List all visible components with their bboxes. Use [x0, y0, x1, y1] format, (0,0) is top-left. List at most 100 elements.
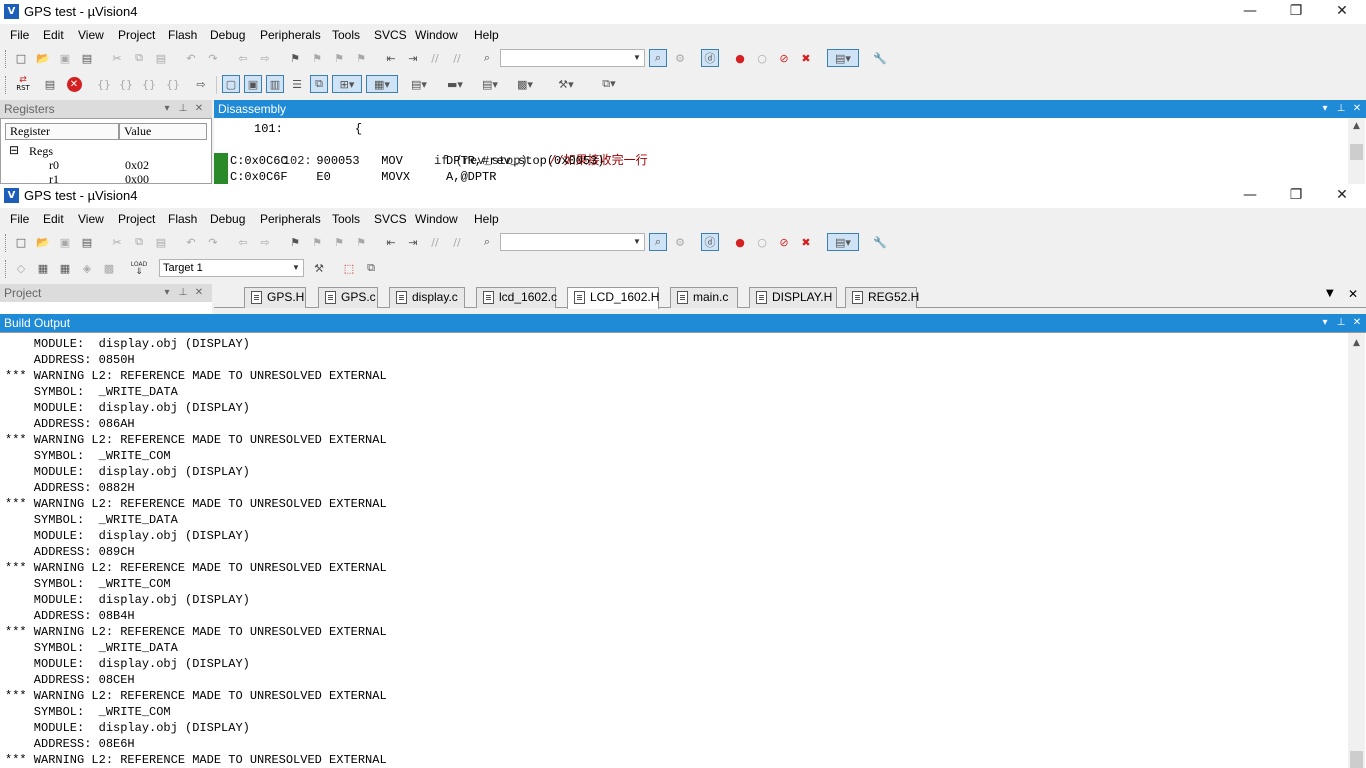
enable-breakpoint-button[interactable]: ○	[753, 233, 771, 251]
watch-window-button[interactable]: ⊞▾	[332, 75, 362, 93]
memory-window-button[interactable]: ▦▾	[366, 75, 398, 93]
minimize-button[interactable]: —	[1227, 184, 1273, 208]
open-file-button[interactable]: 📂	[34, 233, 52, 251]
scroll-up-icon[interactable]: ▲	[1348, 118, 1365, 135]
debug-session-button[interactable]: ⓓ	[701, 233, 719, 251]
reset-cpu-button[interactable]: ⇄ RST	[13, 75, 33, 93]
navigate-back-button[interactable]: ⇦	[234, 49, 252, 67]
analysis-window-button[interactable]: ▬▾	[440, 75, 470, 93]
undo-button[interactable]: ↶	[182, 233, 200, 251]
regs-group-label[interactable]: Regs	[29, 144, 53, 159]
toolbar-grip[interactable]	[5, 234, 8, 252]
tab-lcd-1602-h[interactable]: LCD_1602.H	[567, 287, 659, 309]
panel-close-icon[interactable]: ✕	[1350, 314, 1364, 332]
value-column-header[interactable]: Value	[119, 123, 207, 140]
panel-dropdown-icon[interactable]: ▾	[1318, 314, 1332, 332]
menu-help[interactable]: Help	[474, 212, 499, 226]
menu-project[interactable]: Project	[118, 28, 155, 42]
toolbar-grip[interactable]	[5, 76, 8, 94]
tab-gps-c[interactable]: GPS.c	[318, 287, 378, 308]
find-combo[interactable]: ▼	[500, 49, 645, 67]
menu-svcs[interactable]: SVCS	[374, 212, 407, 226]
paste-button[interactable]: ▤	[152, 49, 170, 67]
output-line[interactable]: MODULE: display.obj (DISPLAY)	[5, 593, 250, 607]
insert-bookmark-button[interactable]: ⚑	[286, 49, 304, 67]
target-select[interactable]: Target 1 ▼	[159, 259, 304, 277]
unindent-button[interactable]: ⇥	[404, 49, 422, 67]
redo-button[interactable]: ↷	[204, 49, 222, 67]
tab-display-c[interactable]: display.c	[389, 287, 465, 308]
menu-flash[interactable]: Flash	[168, 212, 197, 226]
show-next-statement-button[interactable]: ⇨	[192, 75, 210, 93]
build-button[interactable]: ▦	[34, 259, 52, 277]
open-file-button[interactable]: 📂	[34, 49, 52, 67]
build-output-scrollbar[interactable]: ▲	[1348, 333, 1365, 768]
output-line[interactable]: MODULE: display.obj (DISPLAY)	[5, 401, 250, 415]
trace-window-button[interactable]: ▤▾	[475, 75, 505, 93]
uncomment-button[interactable]: //	[448, 49, 466, 67]
panel-dropdown-icon[interactable]: ▾	[160, 284, 174, 302]
warning-line[interactable]: *** WARNING L2: REFERENCE MADE TO UNRESO…	[5, 753, 387, 767]
register-column-header[interactable]: Register	[5, 123, 119, 140]
output-line[interactable]: ADDRESS: 0882H	[5, 481, 135, 495]
register-value[interactable]: 0x02	[125, 158, 149, 173]
kill-all-breakpoints-button[interactable]: ✖	[797, 49, 815, 67]
output-line[interactable]: ADDRESS: 0850H	[5, 353, 135, 367]
panel-pin-icon[interactable]: ⊥	[176, 284, 190, 302]
stop-build-button[interactable]: ▩	[100, 259, 118, 277]
indent-button[interactable]: ⇤	[382, 49, 400, 67]
redo-button[interactable]: ↷	[204, 233, 222, 251]
step-into-button[interactable]: {}	[95, 75, 113, 93]
output-line[interactable]: MODULE: display.obj (DISPLAY)	[5, 657, 250, 671]
maximize-button[interactable]: ❐	[1273, 184, 1319, 208]
panel-pin-icon[interactable]: ⊥	[176, 100, 190, 118]
save-button[interactable]: ▣	[56, 233, 74, 251]
indent-button[interactable]: ⇤	[382, 233, 400, 251]
menu-window[interactable]: Window	[415, 212, 458, 226]
find-in-files-button[interactable]: ⌕	[478, 233, 496, 251]
next-bookmark-button[interactable]: ⚑	[330, 233, 348, 251]
warning-line[interactable]: *** WARNING L2: REFERENCE MADE TO UNRESO…	[5, 497, 387, 511]
output-line[interactable]: MODULE: display.obj (DISPLAY)	[5, 721, 250, 735]
batch-build-button[interactable]: ◈	[78, 259, 96, 277]
prev-bookmark-button[interactable]: ⚑	[308, 49, 326, 67]
menu-edit[interactable]: Edit	[43, 28, 64, 42]
step-over-button[interactable]: {}	[117, 75, 135, 93]
panel-close-icon[interactable]: ✕	[192, 100, 206, 118]
insert-breakpoint-button[interactable]: ●	[731, 49, 749, 67]
command-window-button[interactable]: ▢	[222, 75, 240, 93]
register-name[interactable]: r0	[49, 158, 59, 173]
menu-tools[interactable]: Tools	[332, 28, 360, 42]
comment-button[interactable]: //	[426, 49, 444, 67]
options-button[interactable]: 🔧	[871, 233, 889, 251]
menu-peripherals[interactable]: Peripherals	[260, 212, 321, 226]
menu-svcs[interactable]: SVCS	[374, 28, 407, 42]
tab-display-h[interactable]: DISPLAY.H	[749, 287, 837, 308]
prev-bookmark-button[interactable]: ⚑	[308, 233, 326, 251]
save-button[interactable]: ▣	[56, 49, 74, 67]
output-line[interactable]: ADDRESS: 08CEH	[5, 673, 135, 687]
disassembly-line[interactable]: C:0x0C6F E0 MOVX A,@DPTR	[230, 170, 496, 184]
warning-line[interactable]: *** WARNING L2: REFERENCE MADE TO UNRESO…	[5, 689, 387, 703]
close-button[interactable]: ✕	[1319, 0, 1365, 24]
cut-button[interactable]: ✂	[108, 49, 126, 67]
tab-list-dropdown-icon[interactable]: ▼	[1326, 288, 1334, 299]
symbols-window-button[interactable]: ▥	[266, 75, 284, 93]
warning-line[interactable]: *** WARNING L2: REFERENCE MADE TO UNRESO…	[5, 561, 387, 575]
clear-bookmarks-button[interactable]: ⚑	[352, 233, 370, 251]
output-line[interactable]: SYMBOL: _WRITE_COM	[5, 577, 171, 591]
panel-close-icon[interactable]: ✕	[1350, 100, 1364, 118]
find-in-files-button[interactable]: ⌕	[478, 49, 496, 67]
window-layout-button[interactable]: ▤▾	[827, 233, 859, 251]
maximize-button[interactable]: ❐	[1273, 0, 1319, 24]
scroll-thumb[interactable]	[1350, 144, 1363, 160]
new-file-button[interactable]: □	[12, 233, 30, 251]
close-button[interactable]: ✕	[1319, 184, 1365, 208]
menu-project[interactable]: Project	[118, 212, 155, 226]
select-packs-button[interactable]: ⧉	[362, 259, 380, 277]
navigate-forward-button[interactable]: ⇨	[256, 49, 274, 67]
target-options-button[interactable]: ⚒	[310, 259, 328, 277]
panel-dropdown-icon[interactable]: ▾	[1318, 100, 1332, 118]
menu-help[interactable]: Help	[474, 28, 499, 42]
disable-all-breakpoints-button[interactable]: ⊘	[775, 233, 793, 251]
